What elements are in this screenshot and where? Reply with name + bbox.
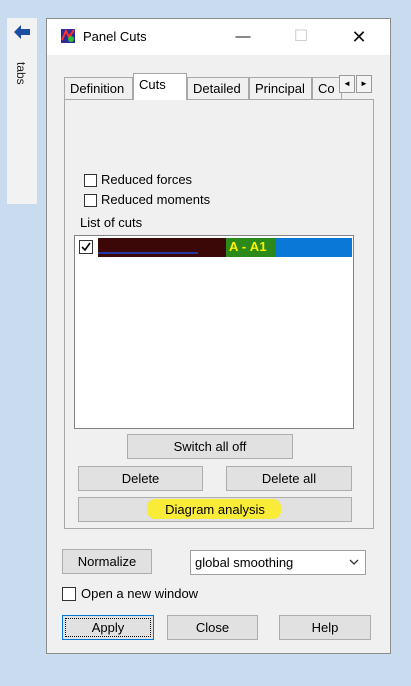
tab-detailed[interactable]: Detailed: [187, 77, 249, 99]
checkmark-icon: [81, 242, 91, 252]
smoothing-value: global smoothing: [195, 555, 294, 570]
tab-co[interactable]: Co: [312, 77, 342, 99]
diagram-analysis-button[interactable]: Diagram analysis: [78, 497, 352, 522]
panel-cuts-window: Panel Cuts — ☐ ✕ Definition Cuts Detaile…: [46, 18, 391, 654]
tab-cuts[interactable]: Cuts: [133, 73, 187, 100]
tab-scroll-right-button[interactable]: ►: [356, 75, 372, 93]
open-new-window-label[interactable]: Open a new window: [81, 586, 198, 601]
apply-button[interactable]: Apply: [62, 615, 154, 640]
smoothing-select[interactable]: global smoothing: [190, 550, 366, 575]
minimize-button[interactable]: —: [229, 25, 257, 49]
focus-ring: [65, 618, 151, 637]
diagram-analysis-label: Diagram analysis: [165, 502, 265, 517]
reduced-moments-checkbox[interactable]: [84, 194, 97, 207]
reduced-forces-checkbox[interactable]: [84, 174, 97, 187]
tab-principal[interactable]: Principal: [249, 77, 312, 99]
cuts-list[interactable]: A - A1: [74, 235, 354, 429]
normalize-button[interactable]: Normalize: [62, 549, 152, 574]
list-item[interactable]: A - A1: [76, 238, 352, 257]
reduced-moments-label[interactable]: Reduced moments: [101, 192, 210, 207]
delete-button[interactable]: Delete: [78, 466, 203, 491]
list-item-color-swatch: [98, 238, 226, 257]
chevron-down-icon: [349, 559, 359, 565]
close-window-button[interactable]: ✕: [345, 25, 373, 49]
cuts-tab-panel: Reduced forces Reduced moments List of c…: [64, 99, 374, 529]
help-button[interactable]: Help: [279, 615, 371, 640]
list-of-cuts-label: List of cuts: [80, 215, 143, 230]
tab-definition[interactable]: Definition: [64, 77, 133, 99]
switch-all-off-button[interactable]: Switch all off: [127, 434, 293, 459]
tabs-dock-strip[interactable]: tabs: [7, 18, 38, 204]
reduced-forces-label[interactable]: Reduced forces: [101, 172, 192, 187]
list-item-label: A - A1: [229, 239, 267, 254]
title-bar[interactable]: Panel Cuts — ☐ ✕: [47, 19, 390, 55]
panel-cuts-app-icon: [61, 28, 75, 43]
list-item-checkbox[interactable]: [76, 238, 96, 256]
close-button[interactable]: Close: [167, 615, 258, 640]
tab-scroll-left-button[interactable]: ◄: [339, 75, 355, 93]
window-title: Panel Cuts: [83, 29, 147, 44]
maximize-button[interactable]: ☐: [287, 25, 315, 49]
delete-all-button[interactable]: Delete all: [226, 466, 352, 491]
arrow-left-icon[interactable]: [13, 24, 31, 40]
open-new-window-checkbox[interactable]: [62, 587, 76, 601]
list-item-underline: [98, 252, 198, 254]
dock-tabs-label[interactable]: tabs: [11, 62, 31, 102]
